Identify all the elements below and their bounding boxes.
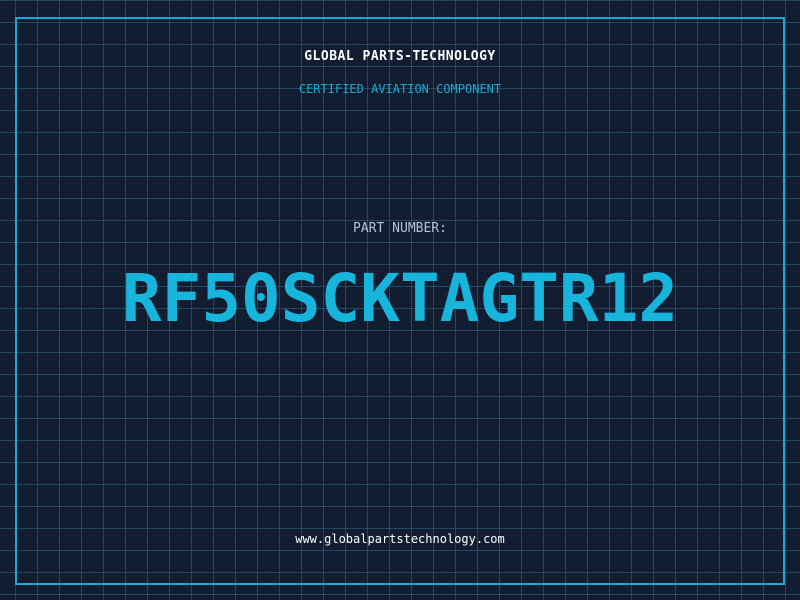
- certification-tagline: CERTIFIED AVIATION COMPONENT: [298, 82, 502, 96]
- website-url: www.globalpartstechnology.com: [295, 532, 505, 546]
- company-name: GLOBAL PARTS-TECHNOLOGY: [304, 49, 496, 64]
- part-number-label: PART NUMBER:: [353, 221, 447, 236]
- part-label-card: GLOBAL PARTS-TECHNOLOGY CERTIFIED AVIATI…: [0, 0, 800, 600]
- part-number-value: RF50SCKTAGTR12: [121, 260, 679, 337]
